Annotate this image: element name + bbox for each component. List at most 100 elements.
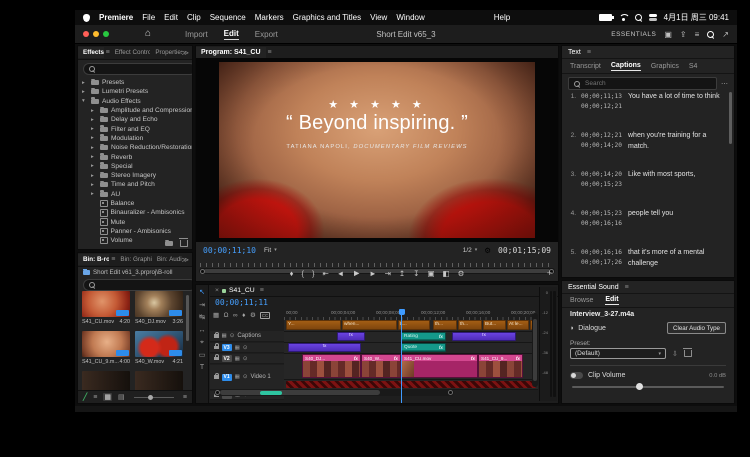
icon-view-icon[interactable]: ▦ <box>103 393 112 401</box>
thumbnail-zoom-slider[interactable] <box>134 397 174 398</box>
delete-preset-icon[interactable] <box>684 350 692 357</box>
track-lock-icon[interactable] <box>214 346 219 350</box>
insert-overwrite-toggle[interactable]: ▦ <box>213 311 219 319</box>
effects-tree-item-balance[interactable]: Balance <box>78 199 192 208</box>
stacked-panels-icon[interactable]: ≡ <box>695 30 700 39</box>
timeline-hscrollbar[interactable] <box>214 389 454 396</box>
bin-search-input[interactable] <box>83 279 193 291</box>
timeline-settings-wrench-icon[interactable]: ⚙ <box>250 311 256 319</box>
program-timecode[interactable]: 00;00;11;10 <box>203 246 256 255</box>
menu-view[interactable]: View <box>370 13 387 22</box>
menubar-clock[interactable]: 4月1日 周三 09:41 <box>664 12 729 23</box>
effects-tree-item-au[interactable]: ▸AU <box>78 190 192 199</box>
add-marker-button[interactable]: ♦ <box>290 269 294 278</box>
menu-edit[interactable]: Edit <box>164 13 178 22</box>
clip-thumbnail[interactable] <box>135 331 183 357</box>
program-video-stage[interactable]: ★ ★ ★ ★ ★ “ Beyond inspiring. ” TATIANA … <box>196 58 558 242</box>
tab-browse[interactable]: Browse <box>570 297 593 304</box>
timeline-clip-at-le[interactable]: At le... <box>507 320 529 330</box>
timeline-clip-s40-dj[interactable]: S40_DJ...fx <box>302 354 361 378</box>
quick-export-icon[interactable]: ⇪ <box>680 30 687 39</box>
twirl-closed-icon[interactable]: ▸ <box>91 126 97 132</box>
track-v1[interactable]: S40_DJ...fxS40_W...fxS41_CU.movfxS41_CU_… <box>284 354 538 380</box>
track-visibility-icon[interactable]: ⊙ <box>230 333 235 339</box>
timeline-clip-when[interactable]: when... <box>342 320 397 330</box>
timeline-clip-but[interactable]: But... <box>483 320 506 330</box>
playback-resolution-dropdown[interactable]: 1/2▾ <box>463 247 478 254</box>
tab-graphics[interactable]: Graphics <box>651 63 679 70</box>
caption-row[interactable]: 3.00;00;14;2000;00;15;23Like with most s… <box>566 170 724 190</box>
menu-markers[interactable]: Markers <box>255 13 284 22</box>
captions-scrollbar[interactable] <box>729 92 732 144</box>
twirl-closed-icon[interactable]: ▸ <box>82 80 88 86</box>
tab-overflow-icon[interactable]: ≫ <box>182 256 192 264</box>
timeline-clip-s40-w[interactable]: S40_W...fx <box>361 354 401 378</box>
workspace-label[interactable]: ESSENTIALS <box>611 31 656 38</box>
track-header-v1[interactable]: V1▦⊙Video 1 <box>210 365 284 390</box>
settings-wrench-icon[interactable]: ⚙ <box>458 269 465 278</box>
more-options-icon[interactable]: ⋯ <box>721 80 728 88</box>
caption-text[interactable]: that it's more of a mental challenge <box>628 248 724 270</box>
track-target-badge[interactable]: V3 <box>222 344 232 351</box>
menu-premiere[interactable]: Premiere <box>99 13 133 22</box>
bin-item-s40-dj-mov[interactable]: S40_DJ.mov3:26 <box>135 291 183 325</box>
effects-tree-item-reverb[interactable]: ▸Reverb <box>78 152 192 161</box>
lift-button[interactable]: ↥ <box>399 269 405 278</box>
tab-bin-graphics[interactable]: Bin: Graphics <box>115 254 151 265</box>
zoom-fit-dropdown[interactable]: Fit▾ <box>264 247 277 254</box>
tab-edit[interactable]: Edit <box>605 296 618 305</box>
panel-menu-icon[interactable]: ≡ <box>587 49 591 56</box>
timeline-clip-rating[interactable]: Ratingfx <box>401 332 446 341</box>
timeline-clip-l[interactable]: L... <box>398 320 430 330</box>
tab-properties[interactable]: Properties <box>150 47 181 58</box>
extract-button[interactable]: ↧ <box>413 269 419 278</box>
tab-bin-b-roll[interactable]: Bin: B-roll <box>78 254 109 265</box>
clip-thumbnail[interactable] <box>135 291 183 317</box>
twirl-closed-icon[interactable]: ▸ <box>91 173 97 179</box>
effects-tree-item-mute[interactable]: Mute <box>78 217 192 226</box>
mark-out-button[interactable]: } <box>312 269 315 278</box>
tab-bin-audio[interactable]: Bin: Audio <box>152 254 182 265</box>
caption-text[interactable]: people tell you <box>628 209 724 229</box>
new-custom-bin-icon[interactable] <box>165 241 173 246</box>
caption-row[interactable]: 1.00;00;11;1300;00;12;21You have a lot o… <box>566 92 724 112</box>
track-captions[interactable]: Y...when...L...th...th...But...At le...W <box>284 320 538 332</box>
track-visibility-icon[interactable]: ⊙ <box>243 345 248 351</box>
twirl-closed-icon[interactable]: ▸ <box>91 108 97 114</box>
settings-wrench-icon[interactable]: ⚙ <box>484 246 491 255</box>
spotlight-search-icon[interactable] <box>635 14 642 21</box>
fullscreen-icon[interactable]: ↗ <box>722 30 729 39</box>
menu-window[interactable]: Window <box>396 13 424 22</box>
menu-file[interactable]: File <box>142 13 155 22</box>
snap-toggle[interactable]: Ω <box>224 312 229 319</box>
linked-selection-toggle[interactable]: ∞ <box>233 312 238 319</box>
tab-overflow-icon[interactable]: ≫ <box>182 49 192 57</box>
caption-row[interactable]: 2.00;00;12;2100;00;14;20when you're trai… <box>566 131 724 153</box>
caption-text[interactable]: You have a lot of time to think <box>628 92 724 112</box>
effects-tree-item-panner-ambisonics[interactable]: Panner - Ambisonics <box>78 227 192 236</box>
step-back-button[interactable]: ◄ <box>337 269 344 278</box>
button-editor-icon[interactable]: + <box>547 268 552 278</box>
effects-tree-item-lumetri-presets[interactable]: ▸Lumetri Presets <box>78 87 192 96</box>
pen-tool[interactable]: ⌖ <box>200 339 204 346</box>
effects-tree-item-delay-and-echo[interactable]: ▸Delay and Echo <box>78 115 192 124</box>
track-target-badge[interactable]: V2 <box>222 355 232 362</box>
twirl-closed-icon[interactable]: ▸ <box>91 182 97 188</box>
caption-row[interactable]: 5.00;00;16;1600;00;17;26that it's more o… <box>566 248 724 270</box>
track-lock-icon[interactable] <box>214 357 219 361</box>
ripple-edit-tool[interactable]: ↹ <box>199 314 205 321</box>
twirl-closed-icon[interactable]: ▸ <box>91 145 97 151</box>
effects-tree-item-modulation[interactable]: ▸Modulation <box>78 134 192 143</box>
timeline-vscrollbar[interactable] <box>532 313 538 387</box>
bin-scrollbar[interactable] <box>186 295 189 341</box>
captions-badge[interactable]: CC <box>260 312 270 319</box>
panel-menu-icon[interactable]: ≡ <box>625 284 629 291</box>
go-to-in-button[interactable]: ⇤ <box>322 269 328 278</box>
timeline-clip-quote[interactable]: Quotefx <box>401 343 446 352</box>
effects-tree-item-audio-effects[interactable]: ▾Audio Effects <box>78 97 192 106</box>
offline-audio-clip[interactable] <box>286 381 536 388</box>
clip-thumbnail[interactable] <box>82 331 130 357</box>
menu-sequence[interactable]: Sequence <box>210 13 246 22</box>
captions-search-input[interactable] <box>568 77 717 90</box>
apple-menu-icon[interactable] <box>83 14 90 22</box>
